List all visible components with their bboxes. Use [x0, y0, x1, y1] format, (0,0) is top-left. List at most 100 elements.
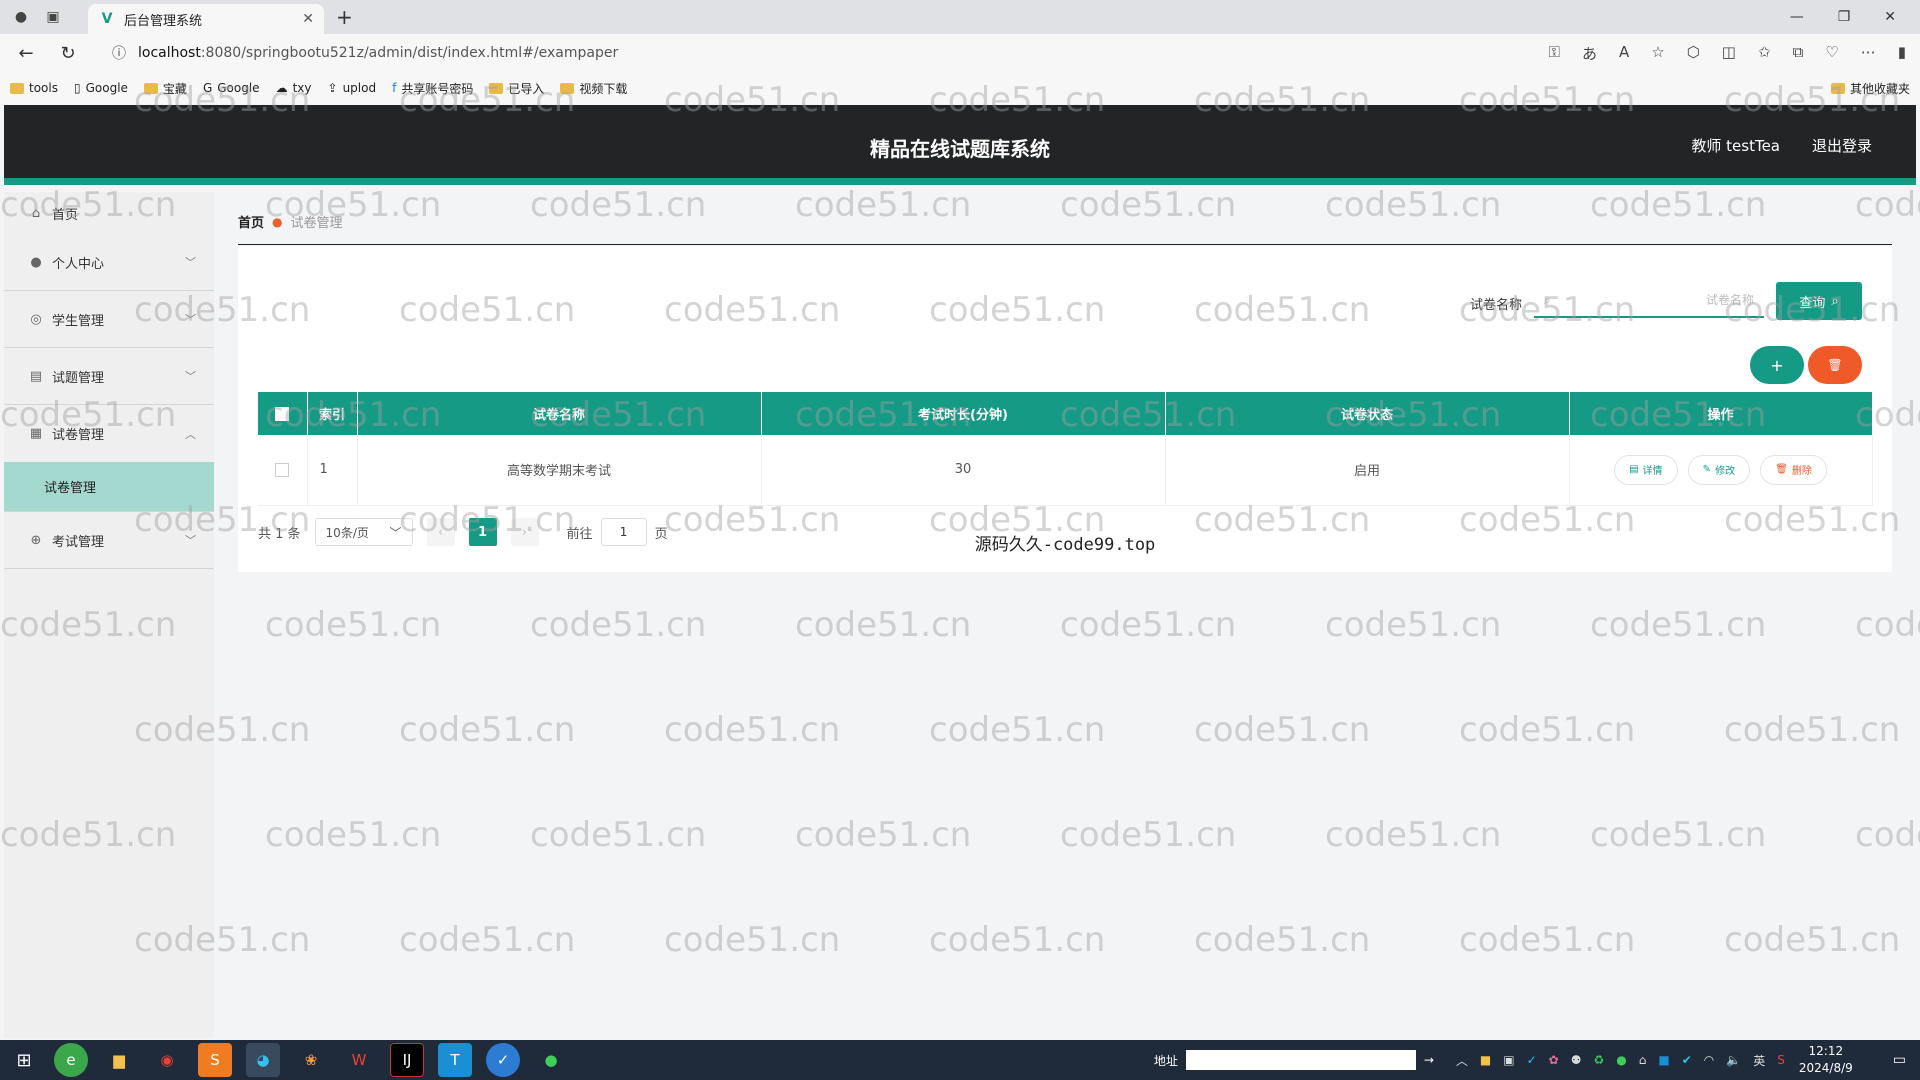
detail-button[interactable]: ▤ 详情	[1614, 454, 1678, 485]
info-icon[interactable]: ⓘ	[110, 44, 128, 62]
row-checkbox[interactable]	[275, 462, 290, 477]
bookmark-google[interactable]: ▯ Google	[74, 81, 128, 95]
bookmark-uplod[interactable]: ⇪ uplod	[328, 81, 377, 95]
vscode-icon[interactable]: ✓	[486, 1043, 520, 1077]
favorite-star-icon[interactable]: ☆	[1651, 43, 1664, 64]
tray-app-icon[interactable]: ⚉	[1571, 1053, 1582, 1067]
sidebar-item-label: 考试管理	[52, 534, 105, 550]
sidebar-toggle-icon[interactable]: ▮	[1898, 43, 1906, 64]
read-aloud-icon[interactable]: A	[1619, 43, 1629, 64]
sidebar-subitem-papers[interactable]: 试卷管理	[4, 462, 214, 512]
sidebar-item-questions[interactable]: ▤ 试题管理 ﹀	[4, 348, 214, 405]
key-icon[interactable]: ⚿	[1549, 43, 1560, 64]
add-button[interactable]: +	[1750, 346, 1804, 384]
close-tab-icon[interactable]: ✕	[302, 11, 314, 27]
intellij-icon[interactable]: IJ	[390, 1043, 424, 1077]
tray-app-icon[interactable]: ♻	[1594, 1053, 1605, 1067]
trash-icon: 🗑	[1827, 358, 1843, 372]
bookmark-video-download[interactable]: 视频下载	[560, 80, 627, 97]
bookmark-imported[interactable]: 已导入	[489, 80, 544, 97]
taskbar-address-input[interactable]	[1185, 1050, 1416, 1070]
column-header-paper-name[interactable]: 试卷名称	[357, 392, 762, 435]
grid-icon: ▦	[29, 426, 43, 441]
more-icon[interactable]: ⋯	[1861, 43, 1876, 64]
profile-icon[interactable]: ●	[12, 8, 30, 26]
url-field[interactable]: ⓘ localhost:8080/springbootu521z/admin/d…	[98, 38, 1531, 68]
bookmark-other-favorites[interactable]: 其他收藏夹	[1830, 80, 1910, 97]
new-tab-icon[interactable]: +	[336, 5, 353, 29]
folder-icon	[489, 82, 504, 94]
sidebar-item-home[interactable]: ⌂ 首页	[4, 192, 214, 234]
refresh-icon[interactable]: ↻	[56, 41, 80, 65]
delete-button-label: 删除	[1791, 466, 1812, 478]
bookmark-label: tools	[29, 81, 58, 95]
app-blue-icon[interactable]: T	[438, 1043, 472, 1077]
bookmark-tools[interactable]: tools	[10, 81, 58, 95]
wechat-icon[interactable]: ●	[534, 1043, 568, 1077]
sidebar-item-students[interactable]: ◎ 学生管理 ﹀	[4, 291, 214, 348]
split-screen-icon[interactable]: ◫	[1722, 43, 1736, 64]
breadcrumb-separator-icon: ●	[272, 214, 283, 229]
volume-icon[interactable]: 🔈	[1726, 1053, 1741, 1067]
bookmark-google-2[interactable]: G Google	[203, 81, 260, 95]
student-icon: ◎	[30, 311, 42, 327]
workspaces-icon[interactable]: ▣	[44, 8, 62, 26]
search-icon: ⌕	[1831, 293, 1839, 308]
wifi-icon[interactable]: ◠	[1704, 1053, 1714, 1067]
bookmark-txy[interactable]: ☁ txy	[276, 81, 312, 95]
logout-link[interactable]: 退出登录	[1812, 135, 1872, 156]
query-button[interactable]: 查询 ⌕	[1776, 282, 1862, 320]
windows-start-icon[interactable]: ⊞	[0, 1040, 48, 1080]
taskbar-clock[interactable]: 12:12 2024/8/9	[1799, 1043, 1853, 1077]
batch-delete-button[interactable]: 🗑	[1808, 346, 1862, 384]
sidebar-item-exams[interactable]: ⊕ 考试管理 ﹀	[4, 512, 214, 569]
current-user: 教师 testTea	[1691, 137, 1780, 155]
delete-button[interactable]: 🗑 删除	[1760, 454, 1827, 485]
sidebar-item-papers[interactable]: ▦ 试卷管理 ︿	[4, 405, 214, 462]
app-orange-icon[interactable]: ❀	[294, 1043, 328, 1077]
sidebar-item-personal-center[interactable]: ● 个人中心 ﹀	[4, 234, 214, 291]
tray-app-icon[interactable]: ■	[1480, 1053, 1491, 1067]
bookmark-label: Google	[85, 81, 128, 95]
url-host: localhost	[138, 45, 201, 61]
tray-app-icon[interactable]: ▣	[1503, 1053, 1514, 1067]
tray-app-icon[interactable]: ■	[1658, 1053, 1669, 1067]
bookmark-treasure[interactable]: 宝藏	[143, 80, 187, 97]
column-header-status[interactable]: 试卷状态	[1165, 392, 1570, 435]
tray-app-icon[interactable]: S	[1777, 1053, 1785, 1067]
restore-icon[interactable]: ❐	[1838, 9, 1851, 25]
minimize-icon[interactable]: —	[1790, 9, 1804, 25]
back-icon[interactable]: ←	[14, 41, 38, 65]
search-input[interactable]	[1550, 286, 1754, 314]
favorites-icon[interactable]: ✩	[1758, 43, 1771, 64]
browser-essentials-icon[interactable]: ♡	[1825, 43, 1838, 64]
bookmark-shared-accounts[interactable]: f 共享账号密码	[392, 80, 473, 97]
active-tab[interactable]: V 后台管理系统 ✕	[88, 4, 324, 34]
file-explorer-icon[interactable]: ▆	[102, 1043, 136, 1077]
edge-icon[interactable]: ◕	[246, 1043, 280, 1077]
tray-app-icon[interactable]: ⌂	[1639, 1053, 1647, 1067]
column-header-duration[interactable]: 考试时长(分钟)	[761, 392, 1166, 435]
bookmark-label: 宝藏	[162, 81, 187, 96]
notification-icon[interactable]: ▭	[1893, 1052, 1906, 1068]
table-row: 1 高等数学期末考试 30 启用 ▤ 详情 ✎ 修改 🗑 删除	[258, 435, 1873, 506]
collections-icon[interactable]: ⧉	[1793, 43, 1804, 64]
tray-app-icon[interactable]: ✿	[1549, 1053, 1559, 1067]
translate-icon[interactable]: あ	[1582, 43, 1597, 64]
tray-app-icon[interactable]: ✔	[1682, 1053, 1692, 1067]
extensions-icon[interactable]: ⬡	[1687, 43, 1700, 64]
tray-wechat-icon[interactable]: ●	[1616, 1053, 1626, 1067]
select-all-checkbox[interactable]	[275, 406, 290, 421]
tray-expand-icon[interactable]: ︿	[1456, 1052, 1468, 1069]
tray-app-icon[interactable]: ✓	[1527, 1053, 1537, 1067]
google-icon: G	[202, 81, 213, 95]
wps-icon[interactable]: W	[342, 1043, 376, 1077]
close-window-icon[interactable]: ✕	[1884, 9, 1896, 25]
go-arrow-icon[interactable]: →	[1424, 1053, 1434, 1067]
app-360-icon[interactable]: e	[54, 1043, 88, 1077]
ime-indicator[interactable]: 英	[1753, 1052, 1765, 1069]
edit-button[interactable]: ✎ 修改	[1687, 454, 1751, 485]
chrome-icon[interactable]: ◉	[150, 1043, 184, 1077]
sublime-icon[interactable]: S	[198, 1043, 232, 1077]
breadcrumb-home[interactable]: 首页	[238, 212, 264, 231]
